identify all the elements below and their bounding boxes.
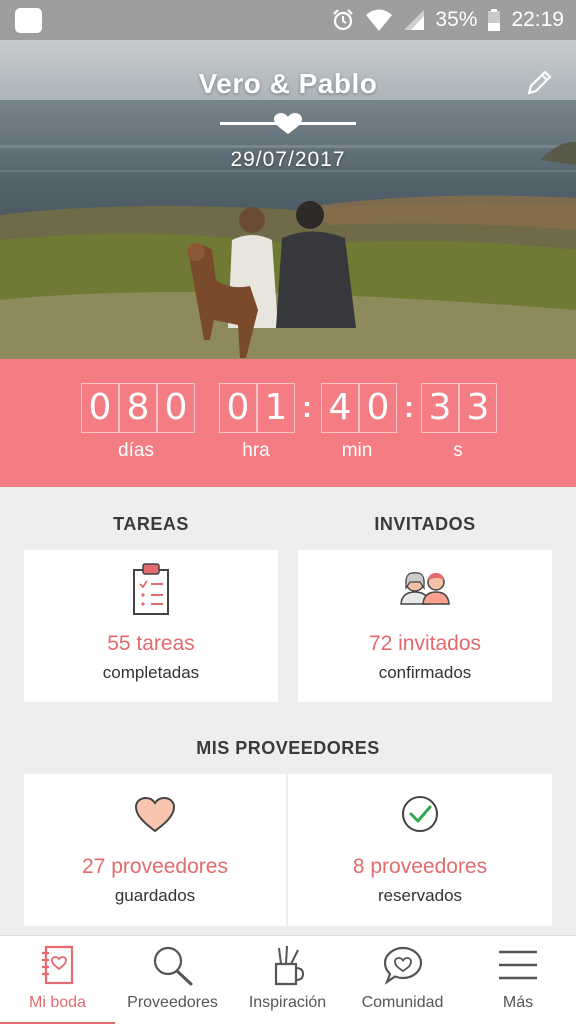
countdown-seconds-label: s (453, 440, 463, 461)
countdown-separator: : (404, 391, 414, 424)
vendors-heading: MIS PROVEEDORES (196, 738, 380, 758)
search-icon (153, 946, 192, 986)
tasks-subtitle: completadas (102, 663, 200, 682)
nav-label: Mi boda (29, 994, 86, 1011)
nav-inspiracion[interactable]: Inspiración (230, 936, 345, 1024)
check-circle-icon (402, 796, 438, 832)
countdown-minutes-label: min (341, 440, 373, 461)
countdown-seconds-digit: 3 (421, 383, 459, 433)
clipboard-checklist-icon (133, 563, 169, 615)
nav-comunidad[interactable]: Comunidad (345, 936, 460, 1024)
booked-vendors-count: 8 proveedores (352, 855, 488, 878)
notebook-icon (41, 945, 73, 985)
nav-proveedores[interactable]: Proveedores (115, 936, 230, 1024)
countdown-minutes-digit: 4 (321, 383, 359, 433)
heart-divider-icon (220, 113, 356, 134)
countdown-hours-digit: 1 (257, 383, 295, 433)
guests-card[interactable]: 72 invitados confirmados (298, 550, 552, 702)
hero-banner: Vero & Pablo 29/07/2017 (0, 40, 576, 359)
countdown-days-label: días (118, 440, 154, 461)
guests-couple-icon (400, 572, 450, 605)
saved-vendors-card[interactable]: 27 proveedores guardados (24, 774, 286, 926)
nav-label: Comunidad (361, 994, 444, 1011)
chat-heart-icon (383, 946, 422, 985)
nav-label: Inspiración (248, 994, 327, 1011)
menu-icon (499, 950, 537, 980)
clock-time: 22:19 (511, 8, 564, 31)
nav-mi-boda[interactable]: Mi boda (0, 936, 115, 1024)
countdown-hours-label: hra (242, 440, 270, 461)
countdown-hours-digit: 0 (219, 383, 257, 433)
booked-vendors-subtitle: reservados (377, 886, 463, 905)
bottom-navigation: Mi boda Proveedores Inspiración Comunida… (0, 935, 576, 1024)
saved-vendors-count: 27 proveedores (82, 855, 228, 878)
countdown-minutes-digit: 0 (359, 383, 397, 433)
tasks-heading: TAREAS (113, 514, 189, 534)
alarm-icon (333, 9, 354, 31)
saved-vendors-subtitle: guardados (114, 886, 196, 905)
tasks-card[interactable]: 55 tareas completadas (24, 550, 278, 702)
countdown-separator: : (302, 391, 312, 424)
nav-label: Proveedores (127, 994, 218, 1011)
guests-count: 72 invitados (368, 632, 482, 655)
battery-icon (488, 9, 501, 31)
booked-vendors-card[interactable]: 8 proveedores reservados (288, 774, 552, 926)
heart-icon (134, 796, 176, 833)
edit-pencil-icon[interactable] (524, 68, 554, 98)
guests-subtitle: confirmados (378, 663, 472, 682)
countdown-seconds-digit: 3 (459, 383, 497, 433)
countdown-days-digit: 0 (157, 383, 195, 433)
tasks-count: 55 tareas (107, 632, 195, 655)
app-icon (15, 8, 42, 33)
wedding-date: 29/07/2017 (230, 148, 346, 171)
nav-mas[interactable]: Más (460, 936, 576, 1024)
guests-heading: INVITADOS (374, 514, 476, 534)
wifi-icon (366, 9, 393, 31)
countdown-days-digit: 0 (81, 383, 119, 433)
countdown-panel: 0 8 0 0 1 : 4 0 : 3 3 días hra min s (0, 359, 576, 487)
countdown-days-digit: 8 (119, 383, 157, 433)
status-bar: 35% 22:19 (0, 0, 576, 40)
couple-names: Vero & Pablo (198, 68, 378, 99)
battery-percent: 35% (435, 8, 478, 31)
signal-icon (404, 10, 425, 30)
nav-label: Más (502, 994, 534, 1011)
pencil-cup-icon (274, 945, 304, 986)
